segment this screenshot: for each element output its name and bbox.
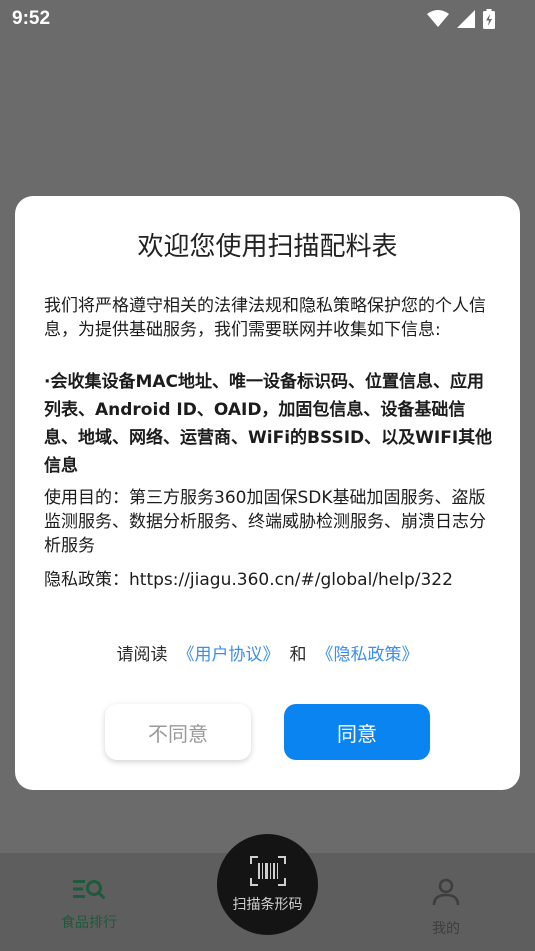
signal-icon xyxy=(457,10,475,28)
battery-charging-icon xyxy=(483,9,495,29)
purpose-text: 使用目的：第三方服务360加固保SDK基础加固服务、盗版监测服务、数据分析服务、… xyxy=(44,488,486,556)
agreement-line: 请阅读 《用户协议》和《隐私政策》 xyxy=(15,640,520,665)
scan-barcode-label: 扫描条形码 xyxy=(232,896,303,913)
barcode-scan-icon xyxy=(249,855,286,890)
nav-item-food-ranking[interactable]: 食品排行 xyxy=(29,878,149,932)
privacy-dialog: 欢迎您使用扫描配料表 我们将严格遵守相关的法律法规和隐私策略保护您的个人信息，为… xyxy=(15,196,520,790)
collected-info-text: ·会收集设备MAC地址、唯一设备标识码、位置信息、应用列表、Android ID… xyxy=(44,372,493,476)
dialog-title: 欢迎您使用扫描配料表 xyxy=(137,232,398,262)
user-agreement-link[interactable]: 《用户协议》 xyxy=(178,645,280,665)
person-icon xyxy=(432,878,460,910)
nav-label-food-ranking: 食品排行 xyxy=(61,915,117,931)
agreement-prefix: 请阅读 xyxy=(116,645,168,665)
agreement-and: 和 xyxy=(289,645,307,665)
privacy-policy-url-text: 隐私政策：https://jiagu.360.cn/#/global/help/… xyxy=(44,570,453,590)
nav-label-mine: 我的 xyxy=(432,921,460,937)
wifi-icon xyxy=(427,10,449,28)
intro-text: 我们将严格遵守相关的法律法规和隐私策略保护您的个人信息，为提供基础服务，我们需要… xyxy=(44,296,486,340)
status-time: 9:52 xyxy=(12,8,51,29)
dialog-body: 我们将严格遵守相关的法律法规和隐私策略保护您的个人信息，为提供基础服务，我们需要… xyxy=(44,294,496,592)
agree-button[interactable]: 同意 xyxy=(284,704,430,760)
disagree-button[interactable]: 不同意 xyxy=(105,704,251,760)
privacy-policy-link[interactable]: 《隐私政策》 xyxy=(317,645,419,665)
nav-item-mine[interactable]: 我的 xyxy=(386,878,506,938)
status-icons xyxy=(427,9,495,29)
ranking-search-icon xyxy=(73,878,105,904)
scan-barcode-button[interactable]: 扫描条形码 xyxy=(217,834,318,935)
status-bar: 9:52 xyxy=(0,0,535,38)
